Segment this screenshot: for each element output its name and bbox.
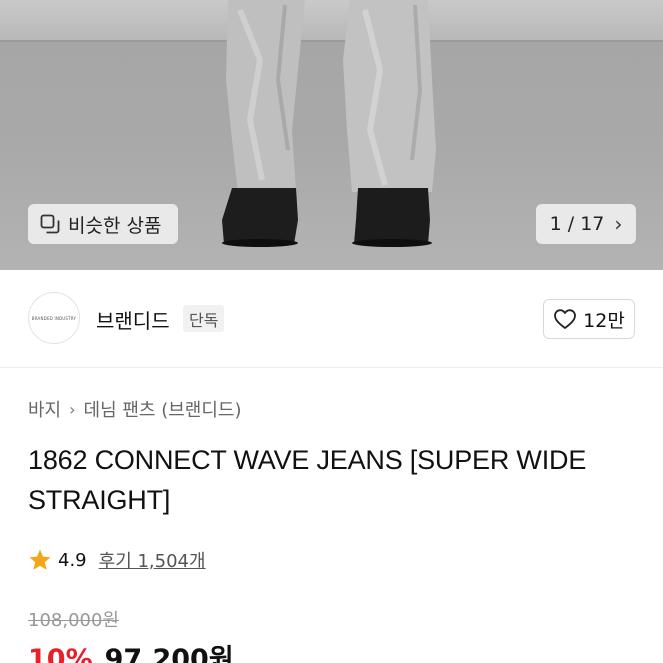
section-divider [0, 367, 663, 368]
exclusive-badge: 단독 [183, 305, 225, 332]
rating-value: 4.9 [58, 549, 87, 571]
original-price: 108,000원 [28, 610, 119, 631]
brand-row: BRANDED INDUSTRY 브랜디드 단독 12만 [0, 290, 663, 346]
similar-products-button[interactable]: 비슷한 상품 [28, 204, 178, 244]
heart-icon [554, 309, 577, 329]
breadcrumb: 바지 › 데님 팬츠 (브랜디드) [28, 396, 242, 422]
breadcrumb-item-denim[interactable]: 데님 팬츠 (브랜디드) [84, 396, 242, 422]
product-title: 1862 CONNECT WAVE JEANS [SUPER WIDE STRA… [28, 445, 587, 515]
breadcrumb-item-pants[interactable]: 바지 [28, 396, 61, 422]
product-image[interactable]: 비슷한 상품 1 / 17 › [0, 0, 663, 270]
like-count: 12만 [583, 309, 625, 332]
copy-icon [40, 214, 60, 234]
chevron-right-icon: › [614, 212, 623, 236]
similar-products-label: 비슷한 상품 [68, 214, 162, 237]
brand-name[interactable]: 브랜디드 [96, 305, 170, 334]
star-icon [29, 549, 51, 570]
rating-row: 4.9 후기 1,504개 [28, 547, 206, 573]
discount-rate: 10% [28, 644, 93, 663]
price-row: 10% 97,200원 [28, 637, 234, 663]
sale-price: 97,200원 [104, 644, 234, 663]
image-counter-text: 1 / 17 [549, 213, 605, 235]
brand-logo[interactable]: BRANDED INDUSTRY [28, 292, 80, 344]
chevron-right-icon: › [69, 399, 76, 419]
image-counter[interactable]: 1 / 17 › [536, 204, 636, 244]
like-button[interactable]: 12만 [543, 299, 635, 339]
review-link[interactable]: 후기 1,504개 [99, 547, 206, 573]
brand-logo-text: BRANDED INDUSTRY [31, 315, 77, 321]
